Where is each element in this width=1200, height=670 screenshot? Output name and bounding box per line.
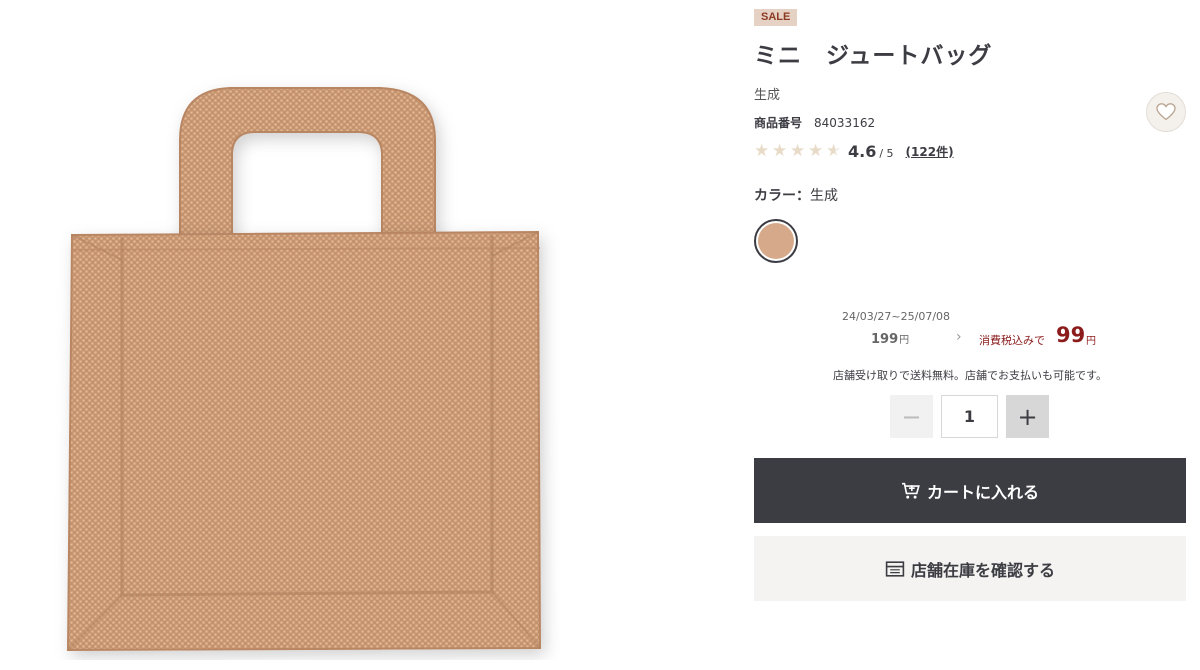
star-icon: ★ [808, 141, 824, 161]
increase-quantity-button[interactable]: + [1006, 395, 1049, 438]
sale-badge: SALE [754, 9, 798, 26]
product-number-label: 商品番号 [754, 116, 803, 130]
product-info-panel: SALE ミニ ジュートバッグ 生成 商品番号 84033162 ★ ★ ★ ★ … [754, 0, 1186, 670]
product-title: ミニ ジュートバッグ [754, 43, 993, 69]
add-to-cart-label: カートに入れる [926, 482, 1039, 502]
original-price-value: 199 [871, 332, 899, 347]
decrease-quantity-button[interactable]: − [890, 395, 933, 438]
star-icon: ★ [790, 141, 806, 161]
color-swatch-fill [758, 223, 794, 259]
quantity-stepper: − + [890, 395, 1049, 438]
product-number-value: 84033162 [814, 116, 876, 130]
star-icon: ★ [772, 141, 788, 161]
sale-price-value: 99 [1056, 323, 1086, 347]
rating: ★ ★ ★ ★ ★ 4.6 / 5 (122件) [754, 140, 954, 162]
rating-max: / 5 [879, 146, 894, 160]
star-icon: ★ [754, 141, 770, 161]
product-image [0, 0, 690, 670]
cart-icon [901, 482, 920, 499]
original-price-unit: 円 [899, 335, 910, 346]
quantity-input[interactable] [941, 395, 998, 438]
check-store-stock-button[interactable]: 店舗在庫を確認する [754, 536, 1186, 601]
review-count-link[interactable]: (122件) [906, 143, 954, 160]
chevron-right-icon: › [956, 329, 962, 345]
price-row: 199円 › 消費税込みで 99 円 [754, 323, 1186, 354]
sale-period: 24/03/27~25/07/08 [842, 310, 951, 323]
color-label: カラー：生成 [754, 185, 838, 205]
color-label-key: カラー： [754, 188, 810, 204]
store-icon [885, 560, 905, 577]
jute-bag-image [66, 87, 542, 652]
color-label-value: 生成 [810, 188, 838, 204]
add-to-cart-button[interactable]: カートに入れる [754, 458, 1186, 523]
heart-icon [1156, 103, 1176, 121]
color-swatch-selected[interactable] [754, 219, 798, 263]
product-number: 商品番号 84033162 [754, 114, 875, 131]
rating-stars: ★ ★ ★ ★ ★ [754, 141, 844, 161]
check-store-stock-label: 店舗在庫を確認する [910, 560, 1055, 580]
favorite-button[interactable] [1146, 92, 1186, 132]
sale-price-label: 消費税込みで [979, 334, 1045, 347]
original-price: 199円 [871, 331, 909, 347]
sale-price-unit: 円 [1086, 336, 1096, 347]
product-subtitle: 生成 [754, 88, 781, 103]
half-star-icon: ★ [826, 141, 844, 161]
shipping-note: 店舗受け取りで送料無料。店舗でお支払いも可能です。 [833, 369, 1107, 382]
rating-value: 4.6 [848, 141, 877, 161]
